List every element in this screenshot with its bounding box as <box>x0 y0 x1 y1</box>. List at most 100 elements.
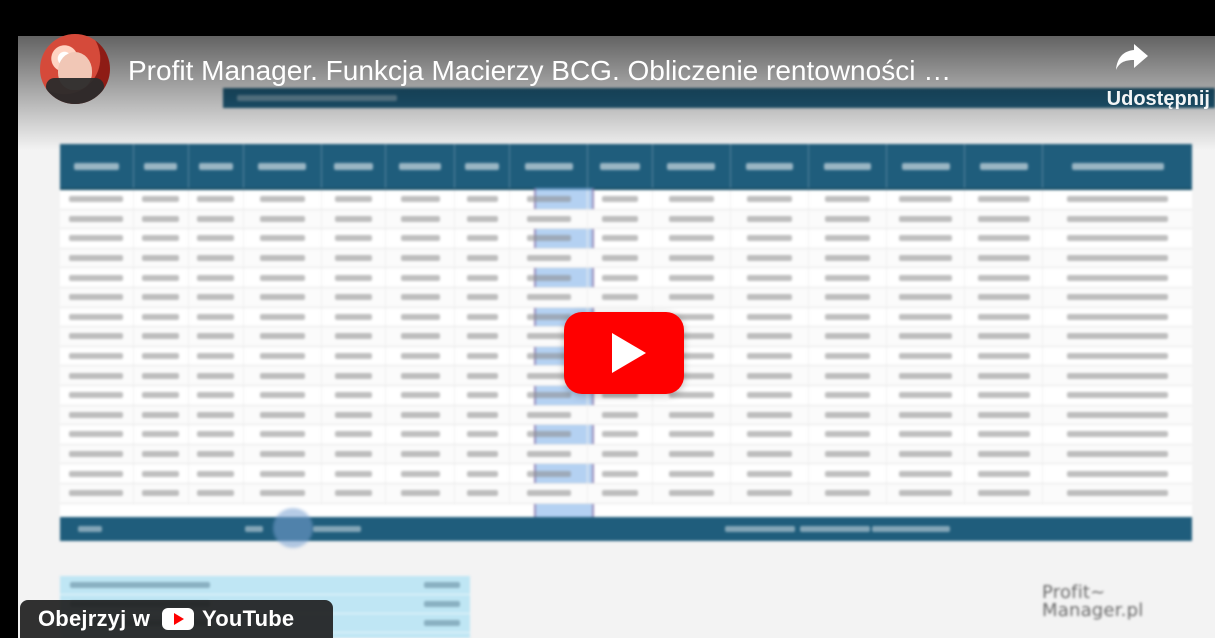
sheet-cell <box>809 209 888 229</box>
sheet-cell <box>588 444 653 464</box>
play-button[interactable] <box>564 312 684 394</box>
sheet-cell <box>809 229 888 248</box>
sheet-cell <box>1043 190 1192 209</box>
sheet-cell <box>965 327 1044 346</box>
sheet-header-cell <box>386 144 456 188</box>
sheet-row <box>60 405 1192 426</box>
sheet-cell <box>965 405 1044 425</box>
sheet-cell <box>134 444 189 464</box>
sheet-cell <box>134 405 189 425</box>
sheet-row <box>60 425 1192 445</box>
share-control[interactable]: Udostępnij <box>1070 38 1210 118</box>
sheet-cell <box>244 346 322 366</box>
sheet-cell <box>322 366 387 385</box>
sheet-cell <box>189 327 244 346</box>
sheet-cell <box>653 190 731 209</box>
sheet-header-cell <box>510 144 589 188</box>
sheet-cell <box>60 268 134 287</box>
sheet-cell <box>731 287 809 307</box>
sheet-cell <box>887 268 966 287</box>
sheet-cell <box>965 366 1044 385</box>
sheet-cell <box>887 248 966 268</box>
sheet-cell <box>1043 366 1192 385</box>
sheet-cell <box>322 287 387 307</box>
sheet-cell <box>189 209 244 229</box>
sheet-cell <box>455 385 511 405</box>
sheet-cell <box>965 287 1044 307</box>
youtube-wordmark: YouTube <box>202 606 295 631</box>
sheet-cell <box>322 209 387 229</box>
video-title[interactable]: Profit Manager. Funkcja Macierzy BCG. Ob… <box>128 54 1088 88</box>
sheet-cell <box>731 483 809 503</box>
sheet-cell <box>60 209 134 229</box>
sheet-cell <box>510 287 589 307</box>
sheet-header-cell <box>244 144 322 188</box>
sheet-cell <box>887 444 966 464</box>
sheet-cell <box>134 268 189 287</box>
sheet-cell <box>386 385 456 405</box>
sheet-cell <box>887 366 966 385</box>
channel-avatar[interactable] <box>40 34 110 104</box>
sheet-cell <box>809 190 888 209</box>
sheet-cell <box>455 209 511 229</box>
sheet-cell <box>386 209 456 229</box>
sheet-cell <box>731 366 809 385</box>
sheet-cell <box>731 385 809 405</box>
sheet-cell <box>386 405 456 425</box>
share-icon[interactable] <box>1112 38 1152 74</box>
sheet-cell <box>134 346 189 366</box>
sheet-cell <box>386 190 456 209</box>
sheet-cell <box>455 229 511 248</box>
sheet-cell <box>965 248 1044 268</box>
watch-on-youtube-button[interactable]: Obejrzyj w YouTube <box>20 600 333 638</box>
sheet-cell <box>731 464 809 483</box>
sheet-cell <box>386 248 456 268</box>
summary-row <box>60 576 470 595</box>
sheet-cell <box>588 464 653 483</box>
sheet-cell <box>386 346 456 366</box>
sheet-cell <box>510 248 589 268</box>
sheet-cell <box>189 307 244 327</box>
sheet-cell <box>731 209 809 229</box>
sheet-cell <box>731 229 809 248</box>
sheet-cell <box>588 209 653 229</box>
sheet-cell <box>731 190 809 209</box>
sheet-cell <box>510 483 589 503</box>
youtube-embed[interactable]: Profit~ Manager.pl Profit Manager. Funkc… <box>0 0 1215 638</box>
sheet-cell <box>60 307 134 327</box>
sheet-cell <box>887 190 966 209</box>
sheet-cell <box>887 307 966 327</box>
sheet-header-cell <box>809 144 888 188</box>
youtube-logo: YouTube <box>162 600 294 638</box>
sheet-row <box>60 229 1192 249</box>
sheet-cell <box>731 268 809 287</box>
sheet-cell <box>60 248 134 268</box>
sheet-cell <box>653 483 731 503</box>
sheet-cell <box>965 425 1044 444</box>
sheet-header-cell <box>189 144 244 188</box>
sheet-cell <box>244 268 322 287</box>
sheet-cell <box>653 248 731 268</box>
sheet-cell <box>60 327 134 346</box>
sheet-cell <box>653 287 731 307</box>
sheet-cell <box>189 366 244 385</box>
sheet-row <box>60 190 1192 210</box>
sheet-cell <box>322 385 387 405</box>
sheet-cell <box>189 405 244 425</box>
youtube-logo-icon <box>162 608 195 630</box>
share-label[interactable]: Udostępnij <box>1070 88 1210 111</box>
sheet-cell <box>386 327 456 346</box>
sheet-cell <box>322 307 387 327</box>
sheet-cell <box>887 229 966 248</box>
sheet-cell <box>887 346 966 366</box>
left-edge <box>0 0 18 638</box>
sheet-cell <box>60 346 134 366</box>
sheet-cell <box>322 425 387 444</box>
sheet-cell <box>60 444 134 464</box>
sheet-cell <box>386 366 456 385</box>
sheet-cell <box>455 464 511 483</box>
sheet-cell <box>134 425 189 444</box>
sheet-cell <box>189 425 244 444</box>
sheet-cell <box>322 190 387 209</box>
sheet-cell <box>189 287 244 307</box>
